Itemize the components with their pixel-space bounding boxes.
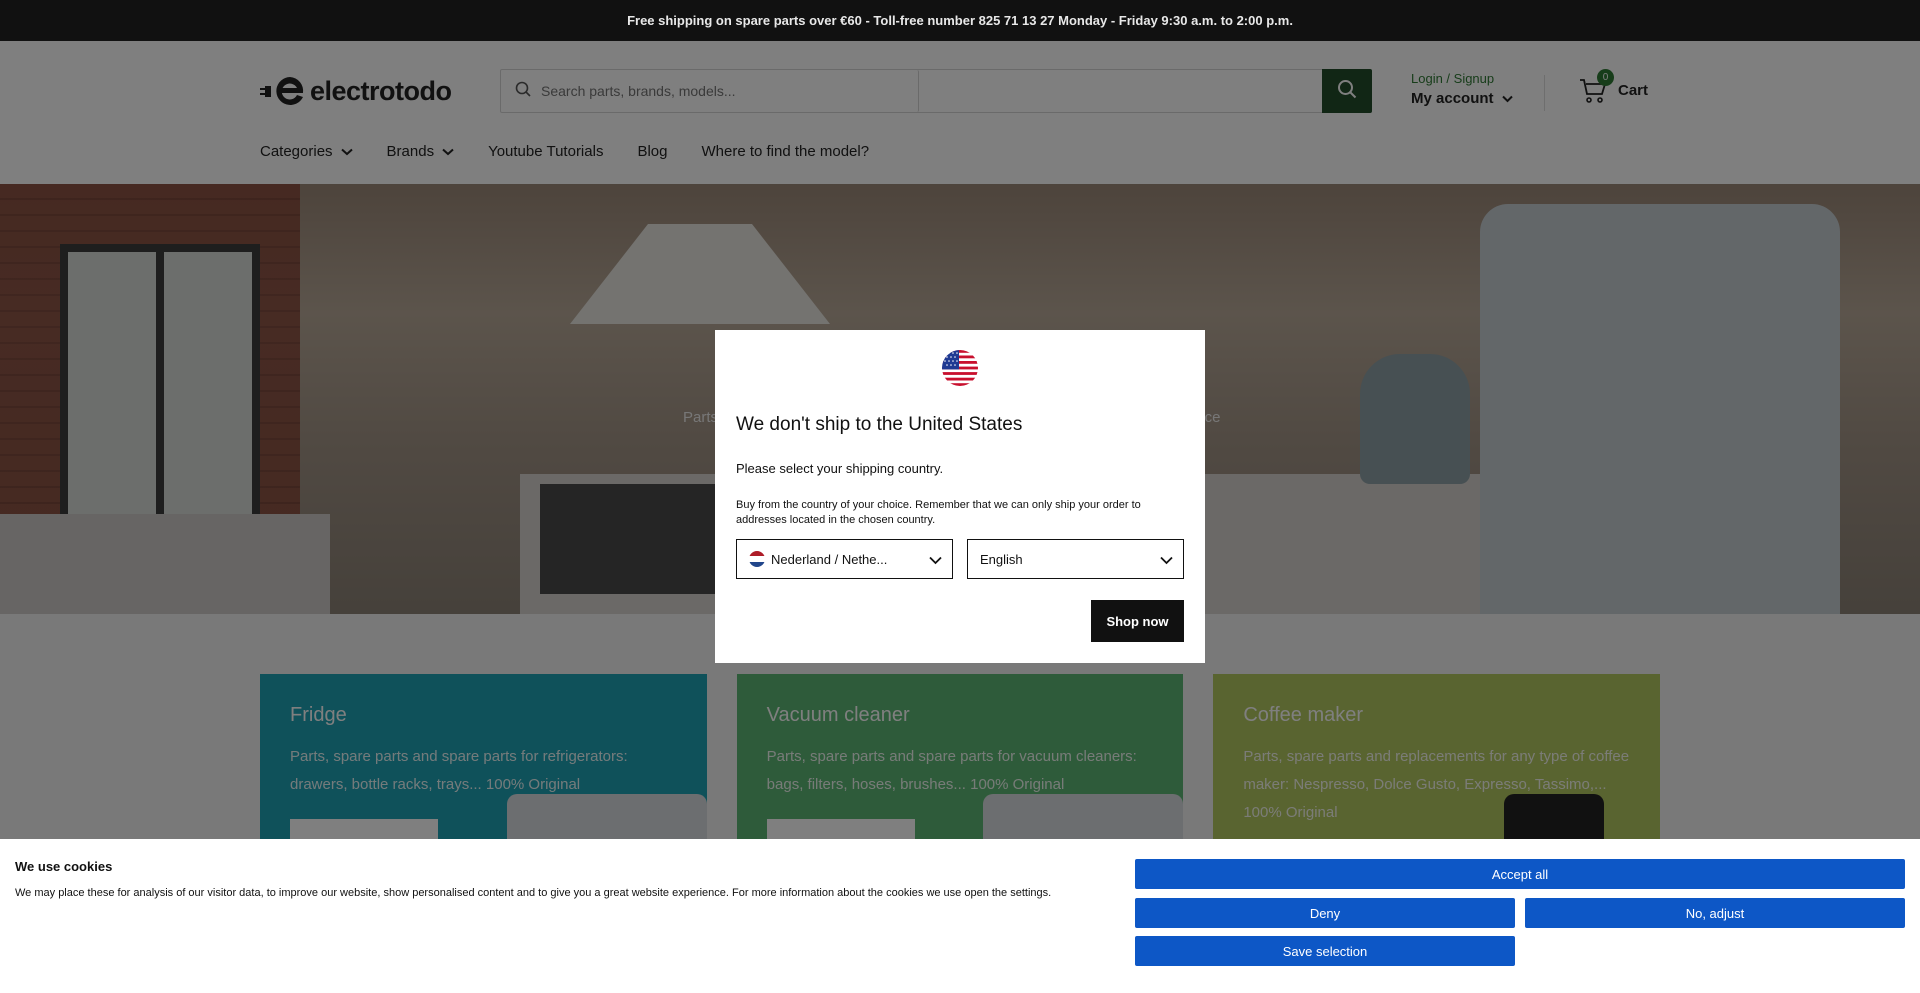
us-flag-icon [942,350,978,386]
modal-description: Buy from the country of your choice. Rem… [736,499,1141,526]
chevron-down-icon [929,553,942,568]
modal-title: We don't ship to the United States [736,414,1023,435]
shop-now-button[interactable]: Shop now [1091,600,1184,642]
announcement-bar: Free shipping on spare parts over €60 - … [0,0,1920,41]
announcement-text: Free shipping on spare parts over €60 - … [627,13,1293,28]
deny-button[interactable]: Deny [1135,898,1515,928]
cookie-banner: We use cookies We may place these for an… [0,839,1920,993]
country-select-value: Nederland / Nethe... [771,551,888,567]
shipping-country-modal: We don't ship to the United States Pleas… [715,330,1205,663]
language-select[interactable]: English [967,539,1184,579]
chevron-down-icon [1160,553,1173,568]
save-selection-button[interactable]: Save selection [1135,936,1515,966]
language-select-value: English [980,551,1023,567]
cookie-text: We may place these for analysis of our v… [15,887,1052,899]
country-select[interactable]: Nederland / Nethe... [736,539,953,579]
modal-subtitle: Please select your shipping country. [736,461,944,476]
adjust-button[interactable]: No, adjust [1525,898,1905,928]
cookie-title: We use cookies [15,859,113,874]
accept-all-button[interactable]: Accept all [1135,859,1905,889]
netherlands-flag-icon [749,551,765,567]
